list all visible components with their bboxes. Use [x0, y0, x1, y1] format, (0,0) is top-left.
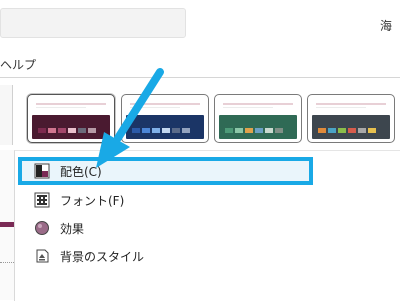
thumbnail-subtitle-line	[36, 107, 86, 108]
theme-thumbnail-3[interactable]	[214, 94, 302, 143]
color-swatch	[172, 128, 180, 133]
menu-item-color-scheme[interactable]: 配色(C)	[18, 157, 398, 185]
thumbnail-band	[126, 115, 204, 139]
color-swatches	[38, 128, 96, 133]
guide-line	[0, 262, 14, 264]
color-swatch	[88, 128, 96, 133]
thumbnail-subtitle-line	[130, 107, 180, 108]
color-swatch	[235, 128, 243, 133]
thumbnail-subtitle-line	[316, 107, 366, 108]
thumbnail-subtitle-line	[223, 107, 273, 108]
color-swatch	[152, 128, 160, 133]
color-swatch	[225, 128, 233, 133]
color-swatch	[38, 128, 46, 133]
color-swatch	[58, 128, 66, 133]
color-swatch	[348, 128, 356, 133]
effects-icon	[34, 220, 50, 236]
font-icon	[34, 192, 50, 208]
color-swatch	[368, 128, 376, 133]
thumbnail-band	[32, 115, 110, 139]
color-swatch	[78, 128, 86, 133]
thumbnail-title-line	[223, 103, 293, 105]
color-swatch	[318, 128, 326, 133]
color-scheme-icon	[34, 163, 50, 179]
color-swatches	[318, 128, 376, 133]
menu-item-effects[interactable]: 効果	[18, 214, 398, 242]
thumbnail-band	[312, 115, 390, 139]
thumbnail-title-line	[36, 103, 106, 105]
color-swatch	[328, 128, 336, 133]
color-swatches	[132, 128, 190, 133]
menu-item-font[interactable]: フォント(F)	[18, 186, 398, 214]
thumbnail-title-line	[316, 103, 386, 105]
color-swatch	[338, 128, 346, 133]
menu-item-label: 効果	[60, 221, 85, 236]
background-style-icon	[34, 248, 50, 264]
theme-thumbnail-4[interactable]	[307, 94, 395, 143]
menu-item-label: 配色(C)	[60, 164, 102, 179]
color-swatch	[245, 128, 253, 133]
menu-help[interactable]: ヘルプ	[0, 56, 36, 73]
thumbnail-band	[219, 115, 297, 139]
slide-accent-strip	[0, 222, 14, 227]
menu-item-label: 背景のスタイル	[60, 249, 145, 264]
gallery-left-strip	[0, 85, 13, 145]
search-box[interactable]	[0, 8, 186, 38]
menu-item-label: フォント(F)	[60, 193, 125, 208]
color-swatch	[255, 128, 263, 133]
color-swatch	[48, 128, 56, 133]
color-swatch	[265, 128, 273, 133]
title-text: 海	[380, 19, 393, 33]
thumbnail-title-line	[130, 103, 200, 105]
menu-item-background-style[interactable]: 背景のスタイル	[18, 242, 398, 270]
color-swatch	[182, 128, 190, 133]
color-swatch	[358, 128, 366, 133]
theme-thumbnail-1[interactable]	[27, 94, 115, 143]
color-swatch	[162, 128, 170, 133]
color-swatches	[225, 128, 283, 133]
color-swatch	[275, 128, 283, 133]
menu-bar	[0, 52, 400, 76]
theme-thumbnail-2[interactable]	[121, 94, 209, 143]
color-swatch	[142, 128, 150, 133]
color-swatch	[132, 128, 140, 133]
color-swatch	[68, 128, 76, 133]
